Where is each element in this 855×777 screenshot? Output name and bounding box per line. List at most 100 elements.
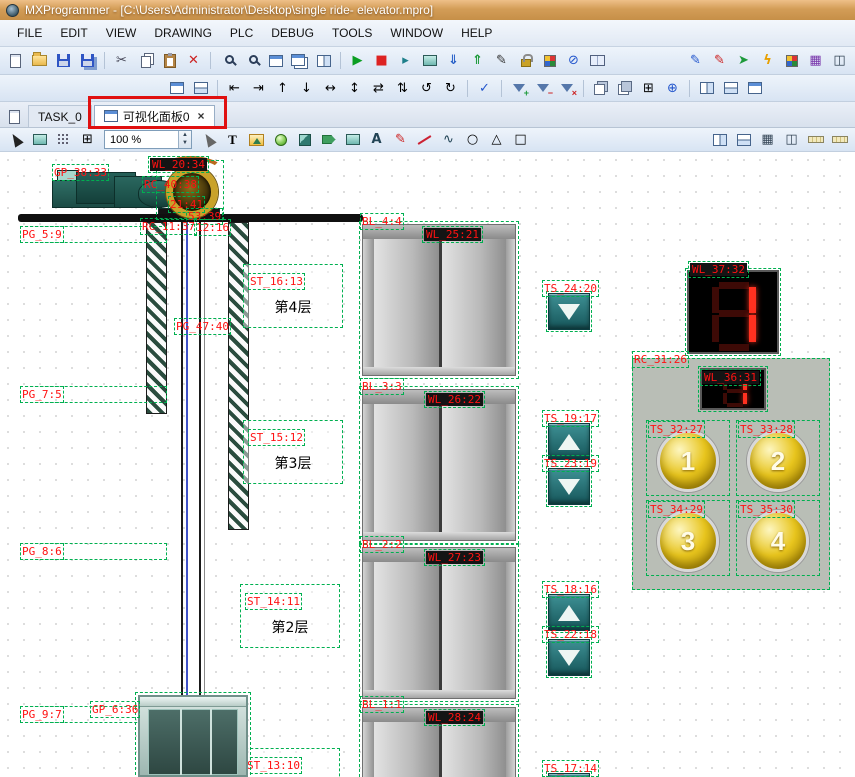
write-plc-button[interactable]: ⇓ — [442, 50, 465, 71]
part-tool-button[interactable] — [293, 129, 316, 150]
pointer-green-button[interactable]: ➤ — [732, 50, 755, 71]
tab-task0[interactable]: TASK_0 — [28, 105, 92, 127]
ruler-button[interactable] — [804, 129, 827, 150]
elevator-car[interactable] — [138, 695, 248, 777]
pen-red-button[interactable]: ✎ — [708, 50, 731, 71]
label-ts23[interactable]: TS_23:19 — [544, 457, 597, 470]
label-ts24[interactable]: TS_24:20 — [544, 282, 597, 295]
menu-help[interactable]: HELP — [452, 22, 501, 44]
monitor-button[interactable] — [418, 50, 441, 71]
pane-b-button[interactable] — [189, 78, 212, 99]
zoom-spinner[interactable]: ▲ ▼ — [178, 131, 191, 148]
dock-float-button[interactable] — [743, 78, 766, 99]
menu-plc[interactable]: PLC — [221, 22, 262, 44]
view-split-v-button[interactable] — [708, 129, 731, 150]
menu-file[interactable]: FILE — [8, 22, 51, 44]
step-run-button[interactable]: ▸ — [394, 50, 417, 71]
group-button[interactable]: ⊞ — [637, 78, 660, 99]
palette-button[interactable] — [780, 50, 803, 71]
open-button[interactable] — [28, 50, 51, 71]
menu-tools[interactable]: TOOLS — [323, 22, 381, 44]
label-tool-button[interactable]: A — [365, 129, 388, 150]
filter-remove-button[interactable]: − — [531, 78, 554, 99]
center-vertical-button[interactable]: ↕ — [343, 78, 366, 99]
align-left-button[interactable]: ⇤ — [223, 78, 246, 99]
distribute-horizontal-button[interactable]: ⇄ — [367, 78, 390, 99]
label-rc40[interactable]: RC_40:38 — [144, 178, 197, 191]
lock-button[interactable] — [514, 50, 537, 71]
label-wl26[interactable]: WL_26:22 — [426, 393, 483, 406]
tab-close-button[interactable]: × — [198, 109, 205, 123]
menu-view[interactable]: VIEW — [97, 22, 146, 44]
label-pg9[interactable]: PG_9:7 — [22, 708, 62, 721]
send-back-button[interactable] — [613, 78, 636, 99]
car-call-button-1[interactable]: 1 — [657, 430, 719, 492]
menu-drawing[interactable]: DRAWING — [145, 22, 221, 44]
menu-debug[interactable]: DEBUG — [262, 22, 323, 44]
dock-left-button[interactable] — [695, 78, 718, 99]
hall-call-down-f2[interactable] — [548, 639, 590, 676]
pen-blue-button[interactable]: ✎ — [684, 50, 707, 71]
device-registers-button[interactable] — [538, 50, 561, 71]
cascade-windows-button[interactable] — [288, 50, 311, 71]
car-call-button-2[interactable]: 2 — [747, 430, 809, 492]
hall-call-down-f4[interactable] — [548, 293, 590, 330]
find-button[interactable] — [216, 50, 239, 71]
snap-toggle-button[interactable]: ⊞ — [76, 129, 99, 150]
delete-button[interactable]: ✕ — [182, 50, 205, 71]
pointer-tool-button[interactable] — [197, 129, 220, 150]
floor-number-display[interactable] — [687, 270, 779, 354]
label-12-16[interactable]: 12:16 — [196, 221, 229, 234]
label-pg7[interactable]: PG_7:5 — [22, 388, 62, 401]
label-rc11[interactable]: RC_11:37 — [142, 220, 195, 233]
tile-windows-button[interactable] — [312, 50, 335, 71]
distribute-vertical-button[interactable]: ⇅ — [391, 78, 414, 99]
rotate-left-button[interactable]: ↺ — [415, 78, 438, 99]
online-settings-button[interactable]: ⊘ — [562, 50, 585, 71]
label-gp6[interactable]: GP_6:36 — [92, 703, 138, 716]
stop-button[interactable]: ■ — [370, 50, 393, 71]
panel-list-button[interactable] — [3, 106, 26, 127]
label-ts19[interactable]: TS_19:17 — [544, 412, 597, 425]
label-wl37[interactable]: WL_37:32 — [690, 263, 747, 276]
label-rc31[interactable]: RC_31:26 — [634, 353, 687, 366]
label-wl28[interactable]: WL_28:24 — [426, 711, 483, 724]
bolt-button[interactable]: ϟ — [756, 50, 779, 71]
label-gp38[interactable]: GP_38:33 — [54, 166, 107, 179]
read-plc-button[interactable]: ⇑ — [466, 50, 489, 71]
help-button[interactable] — [586, 50, 609, 71]
tab-visual-panel[interactable]: 可视化面板0 × — [94, 105, 215, 127]
car-call-button-3[interactable]: 3 — [657, 510, 719, 572]
tag-tool-button[interactable] — [317, 129, 340, 150]
elevator-door-3[interactable] — [362, 389, 516, 541]
table2-button[interactable]: ◫ — [828, 50, 851, 71]
label-pg8[interactable]: PG_8:6 — [22, 545, 62, 558]
car-call-button-4[interactable]: 4 — [747, 510, 809, 572]
design-canvas[interactable]: GP_38:33 WL_20:34 RC_40:38 21:41 53:39 R… — [0, 152, 855, 777]
snap-target-button[interactable]: ⊕ — [661, 78, 684, 99]
text-tool-button[interactable]: T — [221, 129, 244, 150]
paste-button[interactable] — [158, 50, 181, 71]
label-bl3[interactable]: BL_3:3 — [362, 380, 402, 393]
dock-bottom-button[interactable] — [719, 78, 742, 99]
label-ts22[interactable]: TS_22:18 — [544, 628, 597, 641]
select-tool-button[interactable] — [4, 129, 27, 150]
label-bl2[interactable]: BL_2:2 — [362, 538, 402, 551]
hall-call-up-f3[interactable] — [548, 423, 590, 460]
save-button[interactable] — [52, 50, 75, 71]
save-all-button[interactable] — [76, 50, 99, 71]
confirm-button[interactable]: ✓ — [473, 78, 496, 99]
elevator-door-2[interactable] — [362, 547, 516, 699]
align-top-button[interactable]: ↑ — [271, 78, 294, 99]
polyline-tool-button[interactable]: ∿ — [437, 129, 460, 150]
floor-box-3[interactable]: ST_15:12 第3层 — [243, 420, 343, 484]
app-icon[interactable] — [6, 4, 19, 17]
bring-front-button[interactable] — [589, 78, 612, 99]
ellipse-tool-button[interactable]: ○ — [461, 129, 484, 150]
align-right-button[interactable]: ⇥ — [247, 78, 270, 99]
find-next-button[interactable] — [240, 50, 263, 71]
floor-box-2[interactable]: ST_14:11 第2层 — [240, 584, 340, 648]
label-wl27[interactable]: WL_27:23 — [426, 551, 483, 564]
new-window-button[interactable] — [264, 50, 287, 71]
label-pg5[interactable]: PG_5:9 — [22, 228, 62, 241]
